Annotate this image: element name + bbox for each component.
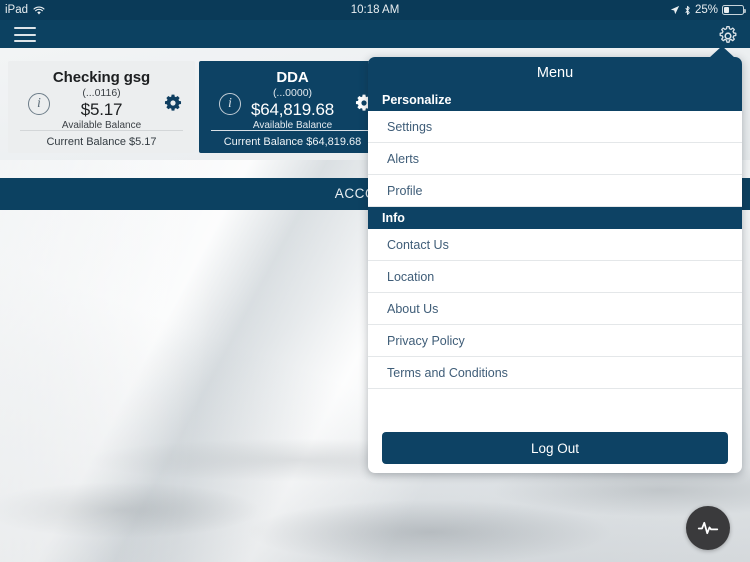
menu-item-settings[interactable]: Settings <box>368 111 742 143</box>
menu-item-terms-and-conditions[interactable]: Terms and Conditions <box>368 357 742 389</box>
menu-item-alerts[interactable]: Alerts <box>368 143 742 175</box>
account-current-balance: Current Balance $5.17 <box>46 136 157 148</box>
account-current-balance: Current Balance $64,819.68 <box>223 136 362 148</box>
ios-status-bar: iPad 10:18 AM 25% <box>0 0 750 20</box>
popover-title: Menu <box>368 57 742 89</box>
account-mask: (...0000) <box>272 87 313 99</box>
card-divider <box>20 130 183 131</box>
card-divider <box>211 130 374 131</box>
account-available-amount: $5.17 <box>80 100 123 119</box>
account-mask: (...0116) <box>82 87 121 99</box>
account-available-amount: $64,819.68 <box>250 100 335 119</box>
menu-item-label: Privacy Policy <box>387 333 465 348</box>
menu-item-profile[interactable]: Profile <box>368 175 742 207</box>
menu-section-header-info: Info <box>368 207 742 229</box>
account-card-body: Checking gsg (...0116) $5.17 Available B… <box>8 69 195 131</box>
menu-item-privacy-policy[interactable]: Privacy Policy <box>368 325 742 357</box>
menu-item-label: Contact Us <box>387 237 449 252</box>
pulse-waveform-icon <box>697 521 719 535</box>
battery-icon <box>722 5 746 15</box>
gear-icon[interactable] <box>716 24 740 48</box>
bluetooth-icon <box>684 5 691 16</box>
top-navigation-bar <box>0 20 750 48</box>
menu-item-about-us[interactable]: About Us <box>368 293 742 325</box>
pulse-floating-action-button[interactable] <box>686 506 730 550</box>
account-card-dda[interactable]: i DDA (...0000) $64,819.68 Available Bal… <box>199 61 386 153</box>
app-screen: iPad 10:18 AM 25% i Checking gsg (...011… <box>0 0 750 562</box>
menu-item-label: Alerts <box>387 151 419 166</box>
location-arrow-icon <box>670 5 680 15</box>
menu-item-label: Settings <box>387 119 433 134</box>
menu-item-label: About Us <box>387 301 439 316</box>
menu-item-location[interactable]: Location <box>368 261 742 293</box>
menu-item-contact-us[interactable]: Contact Us <box>368 229 742 261</box>
account-name: Checking gsg <box>52 69 151 86</box>
account-card-body: DDA (...0000) $64,819.68 Available Balan… <box>199 69 386 131</box>
menu-item-label: Profile <box>387 183 423 198</box>
logout-button[interactable]: Log Out <box>382 432 728 464</box>
hamburger-menu-icon[interactable] <box>14 27 36 42</box>
account-card-checking[interactable]: i Checking gsg (...0116) $5.17 Available… <box>8 61 195 153</box>
status-bar-right: 25% <box>670 4 746 16</box>
menu-item-label: Terms and Conditions <box>387 365 508 380</box>
menu-item-label: Location <box>387 269 435 284</box>
menu-popover: Menu Personalize Settings Alerts Profile… <box>368 57 742 473</box>
status-bar-time: 10:18 AM <box>350 4 400 16</box>
account-name: DDA <box>276 69 309 86</box>
logout-container: Log Out <box>368 432 742 464</box>
battery-percent-label: 25% <box>694 4 718 16</box>
menu-section-header-personalize: Personalize <box>368 89 742 111</box>
